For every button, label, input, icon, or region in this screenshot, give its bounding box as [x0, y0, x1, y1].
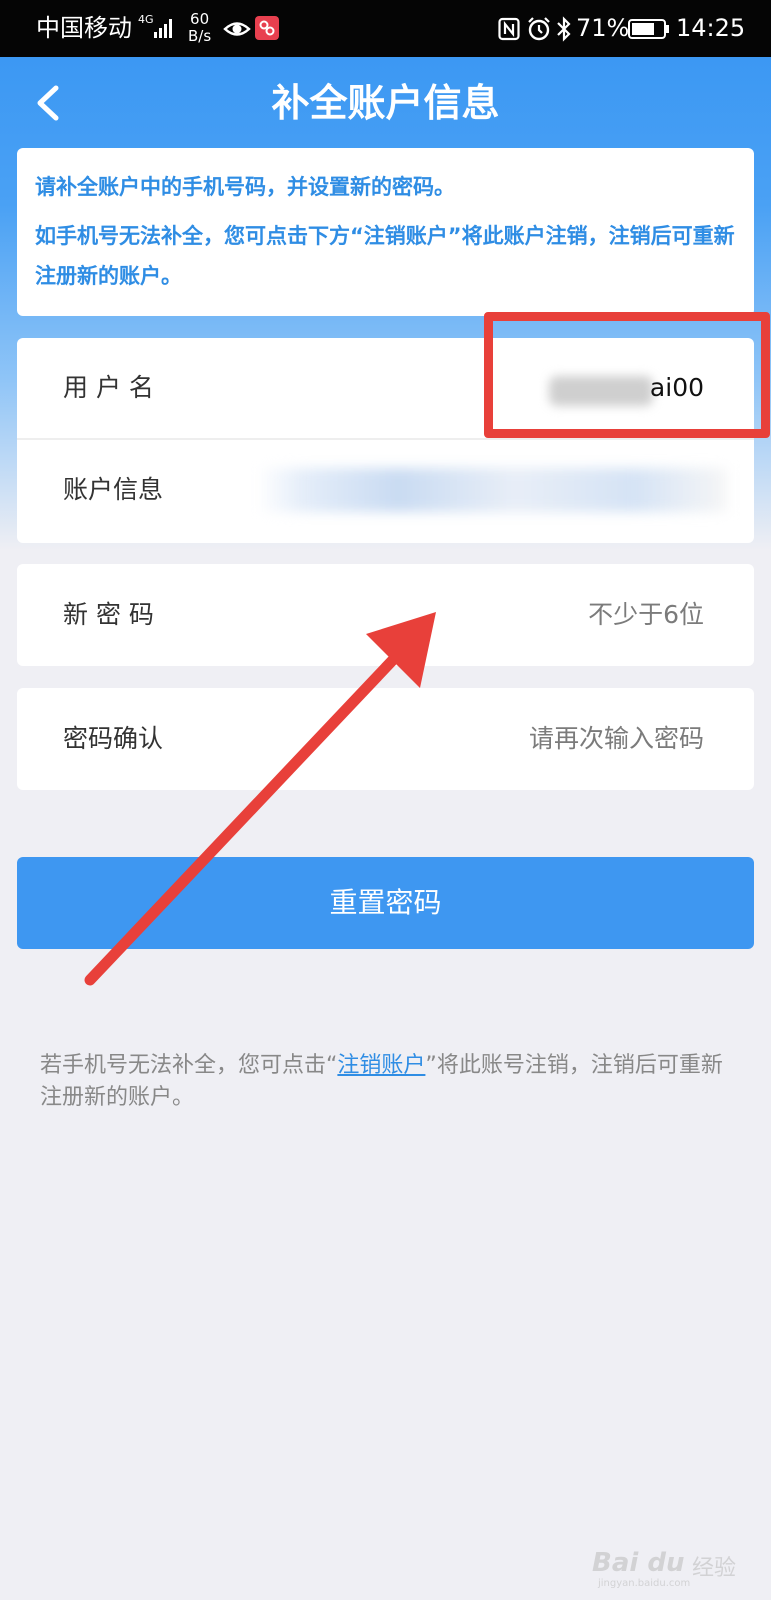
confirm-password-label: 密码确认: [63, 724, 164, 753]
new-password-input[interactable]: 不少于6位: [588, 564, 704, 666]
network-speed-label: 60 B/s: [188, 10, 212, 45]
watermark-product: 经验: [692, 1556, 737, 1581]
account-info-row: 账户信息: [17, 440, 754, 543]
status-bar: 中国移动 4G 60 B/s 71% 14:25: [0, 0, 771, 57]
watermark-url: jingyan.baidu.com: [598, 1578, 691, 1589]
app-notification-icon: [255, 16, 279, 40]
page-title: 补全账户信息: [271, 81, 500, 125]
username-label: 用 户 名: [63, 373, 154, 402]
signal-icon: [154, 19, 172, 38]
eye-icon: [223, 22, 251, 36]
account-info-label: 账户信息: [63, 475, 164, 504]
deregister-account-link[interactable]: 注销账户: [337, 1053, 425, 1078]
battery-icon: [628, 19, 669, 39]
clock: 14:25: [676, 14, 746, 42]
confirm-password-field[interactable]: 密码确认 请再次输入密码: [17, 688, 754, 790]
notice-text-line2: 如手机号无法补全，您可点击下方“注销账户”将此账户注销，注销后可重新注册新的账户…: [35, 224, 735, 288]
nfc-icon: [498, 17, 520, 41]
footer-note-prefix: 若手机号无法补全，您可点击“: [40, 1053, 338, 1078]
new-password-label: 新 密 码: [63, 600, 154, 629]
confirm-password-input[interactable]: 请再次输入密码: [529, 688, 704, 790]
footer-note: 若手机号无法补全，您可点击“注销账户”将此账号注销，注销后可重新注册新的账户。: [40, 1050, 730, 1114]
notice-text-line1: 请补全账户中的手机号码，并设置新的密码。: [35, 175, 455, 199]
reset-password-button[interactable]: 重置密码: [17, 857, 754, 949]
alarm-icon: [528, 17, 550, 41]
battery-percent: 71%: [576, 14, 630, 42]
redacted-account-info-blur: [257, 468, 727, 512]
notice-card: 请补全账户中的手机号码，并设置新的密码。 如手机号无法补全，您可点击下方“注销账…: [17, 148, 754, 316]
bluetooth-icon: [557, 16, 571, 42]
watermark-brand: Bai du: [592, 1548, 685, 1578]
new-password-field[interactable]: 新 密 码 不少于6位: [17, 564, 754, 666]
baidu-jingyan-watermark: Bai du 经验 jingyan.baidu.com: [588, 1548, 758, 1594]
carrier-label: 中国移动: [36, 14, 132, 42]
annotation-highlight-box: [484, 312, 770, 438]
